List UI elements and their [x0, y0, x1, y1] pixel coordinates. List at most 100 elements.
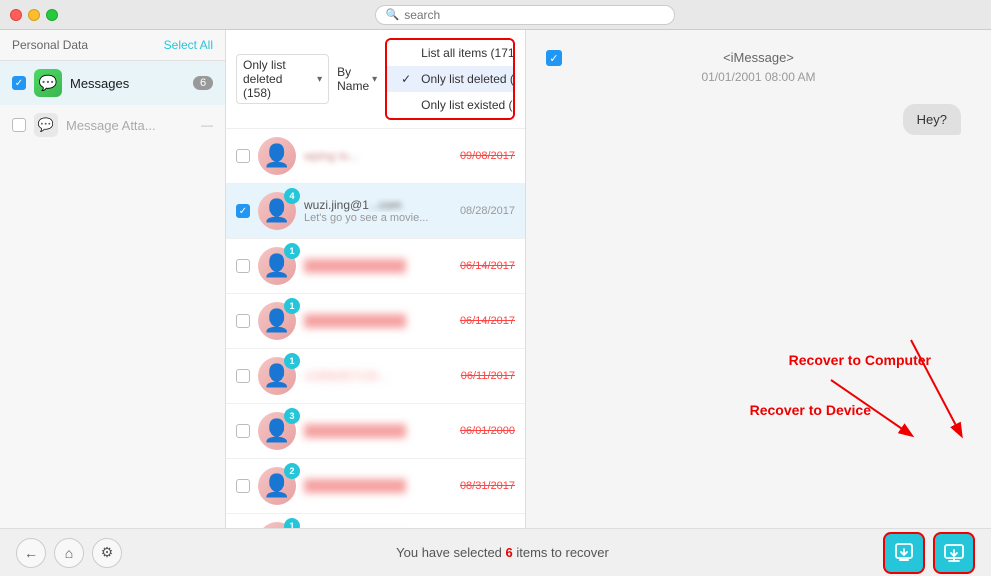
sidebar-item-messages[interactable]: ✓ 💬 Messages 6: [0, 61, 225, 105]
attachments-checkbox[interactable]: [12, 118, 26, 132]
row-checkbox-1[interactable]: [236, 204, 250, 218]
nav-buttons: ← ⌂ ⚙: [16, 538, 122, 568]
sort-dropdown[interactable]: By Name ▾: [337, 65, 377, 93]
traffic-lights: [10, 9, 58, 21]
check-mark-existed: [401, 98, 415, 112]
avatar-wrap-0: 👤: [258, 137, 296, 175]
search-input[interactable]: [404, 8, 663, 22]
row-checkbox-5[interactable]: [236, 424, 250, 438]
chat-bubble: Hey?: [903, 104, 961, 135]
dropdown-item-existed[interactable]: Only list existed (13): [387, 92, 515, 118]
messages-checkbox[interactable]: ✓: [12, 76, 26, 90]
filter-dropdown[interactable]: Only list deleted (158) ▾: [236, 54, 329, 104]
row-info-5: ████████████: [304, 424, 452, 438]
recover-computer-label-area: Recover to Computer: [789, 352, 931, 368]
dropdown-item-deleted[interactable]: ✓ Only list deleted (158): [387, 66, 515, 92]
sidebar-item-attachments[interactable]: 💬 Message Atta... —: [0, 105, 225, 145]
list-item[interactable]: 👤 4 wuzi.jing@1...com Let's go yo see a …: [226, 184, 525, 239]
recover-to-computer-button[interactable]: [933, 532, 975, 574]
message-list: Only list deleted (158) ▾ By Name ▾ List…: [226, 30, 526, 528]
row-date-5: 06/01/2000: [460, 425, 515, 437]
main-layout: Personal Data Select All ✓ 💬 Messages 6 …: [0, 30, 991, 528]
row-checkbox-6[interactable]: [236, 479, 250, 493]
search-wrapper: 🔍: [375, 5, 675, 25]
dropdown-item-existed-label: Only list existed (13): [421, 98, 515, 112]
person-icon: 👤: [263, 143, 290, 169]
selected-count: 6: [506, 545, 513, 560]
list-item[interactable]: 👤 1 13356357133... 06/11/2017: [226, 349, 525, 404]
row-checkbox-4[interactable]: [236, 369, 250, 383]
titlebar: 🔍: [0, 0, 991, 30]
row-date-1: 08/28/2017: [460, 205, 515, 217]
recover-computer-label: Recover to Computer: [789, 352, 931, 368]
bottom-bar: ← ⌂ ⚙ You have selected 6 items to recov…: [0, 528, 991, 576]
dropdown-item-all[interactable]: List all items (171): [387, 40, 515, 66]
dropdown-item-all-label: List all items (171): [421, 46, 515, 60]
select-all-button[interactable]: Select All: [164, 38, 213, 52]
badge-7: 1: [284, 518, 300, 528]
sidebar-title: Personal Data: [12, 38, 88, 52]
list-item[interactable]: 👤 1 ████████████: [226, 514, 525, 528]
recover-buttons: [883, 532, 975, 574]
check-mark-deleted: ✓: [401, 72, 415, 86]
avatar-wrap-3: 👤 1: [258, 302, 296, 340]
avatar-0: 👤: [258, 137, 296, 175]
recover-device-icon: [893, 542, 915, 564]
sort-arrow-icon: ▾: [372, 74, 377, 85]
row-checkbox-2[interactable]: [236, 259, 250, 273]
list-item[interactable]: 👤 1 ████████████ 06/14/2017: [226, 294, 525, 349]
preview-panel: ✓ <iMessage> 01/01/2001 08:00 AM Hey? Re…: [526, 30, 991, 528]
row-name-1: wuzi.jing@1...com: [304, 198, 452, 212]
badge-3: 1: [284, 298, 300, 314]
preview-checkbox[interactable]: ✓: [546, 50, 562, 66]
row-info-4: 13356357133...: [304, 369, 453, 383]
search-icon: 🔍: [386, 8, 400, 21]
sidebar: Personal Data Select All ✓ 💬 Messages 6 …: [0, 30, 226, 528]
status-text: You have selected 6 items to recover: [122, 545, 883, 560]
filter-label: Only list deleted (158): [243, 58, 313, 100]
row-name-5: ████████████: [304, 424, 452, 438]
row-info-6: ████████████: [304, 479, 452, 493]
badge-1: 4: [284, 188, 300, 204]
row-checkbox-0[interactable]: [236, 149, 250, 163]
back-button[interactable]: ←: [16, 538, 46, 568]
row-preview-1: Let's go yo see a movie...: [304, 212, 452, 224]
row-name-0: wping to...: [304, 149, 452, 163]
arrows-svg: [591, 280, 991, 480]
row-checkbox-3[interactable]: [236, 314, 250, 328]
check-mark-all: [401, 46, 415, 60]
chat-bubble-wrap: Hey?: [546, 104, 971, 135]
list-header: Only list deleted (158) ▾ By Name ▾ List…: [226, 30, 525, 129]
maximize-button[interactable]: [46, 9, 58, 21]
avatar-wrap-5: 👤 3: [258, 412, 296, 450]
list-item[interactable]: 👤 3 ████████████ 06/01/2000: [226, 404, 525, 459]
filter-arrow-icon: ▾: [317, 74, 322, 85]
row-info-0: wping to...: [304, 149, 452, 163]
list-item[interactable]: 👤 2 ████████████ 08/31/2017: [226, 459, 525, 514]
row-name-4: 13356357133...: [304, 369, 453, 383]
list-item[interactable]: 👤 wping to... 09/08/2017: [226, 129, 525, 184]
dropdown-item-deleted-label: Only list deleted (158): [421, 72, 515, 86]
row-date-0: 09/08/2017: [460, 150, 515, 162]
settings-button[interactable]: ⚙: [92, 538, 122, 568]
minimize-button[interactable]: [28, 9, 40, 21]
recover-to-device-button[interactable]: [883, 532, 925, 574]
home-button[interactable]: ⌂: [54, 538, 84, 568]
badge-2: 1: [284, 243, 300, 259]
sort-label: By Name: [337, 65, 369, 93]
list-item[interactable]: 👤 1 ████████████ 06/14/2017: [226, 239, 525, 294]
preview-check-icon: ✓: [546, 50, 562, 66]
preview-sender: <iMessage>: [723, 50, 794, 65]
attachments-dash: —: [201, 118, 213, 132]
recover-device-label: Recover to Device: [750, 402, 871, 418]
row-info-3: ████████████: [304, 314, 452, 328]
sidebar-header: Personal Data Select All: [0, 30, 225, 61]
close-button[interactable]: [10, 9, 22, 21]
row-date-3: 06/14/2017: [460, 315, 515, 327]
dropdown-menu: List all items (171) ✓ Only list deleted…: [387, 40, 515, 118]
row-name-3: ████████████: [304, 314, 452, 328]
attachments-icon: 💬: [34, 113, 58, 137]
row-date-6: 08/31/2017: [460, 480, 515, 492]
avatar-wrap-4: 👤 1: [258, 357, 296, 395]
avatar-wrap-1: 👤 4: [258, 192, 296, 230]
